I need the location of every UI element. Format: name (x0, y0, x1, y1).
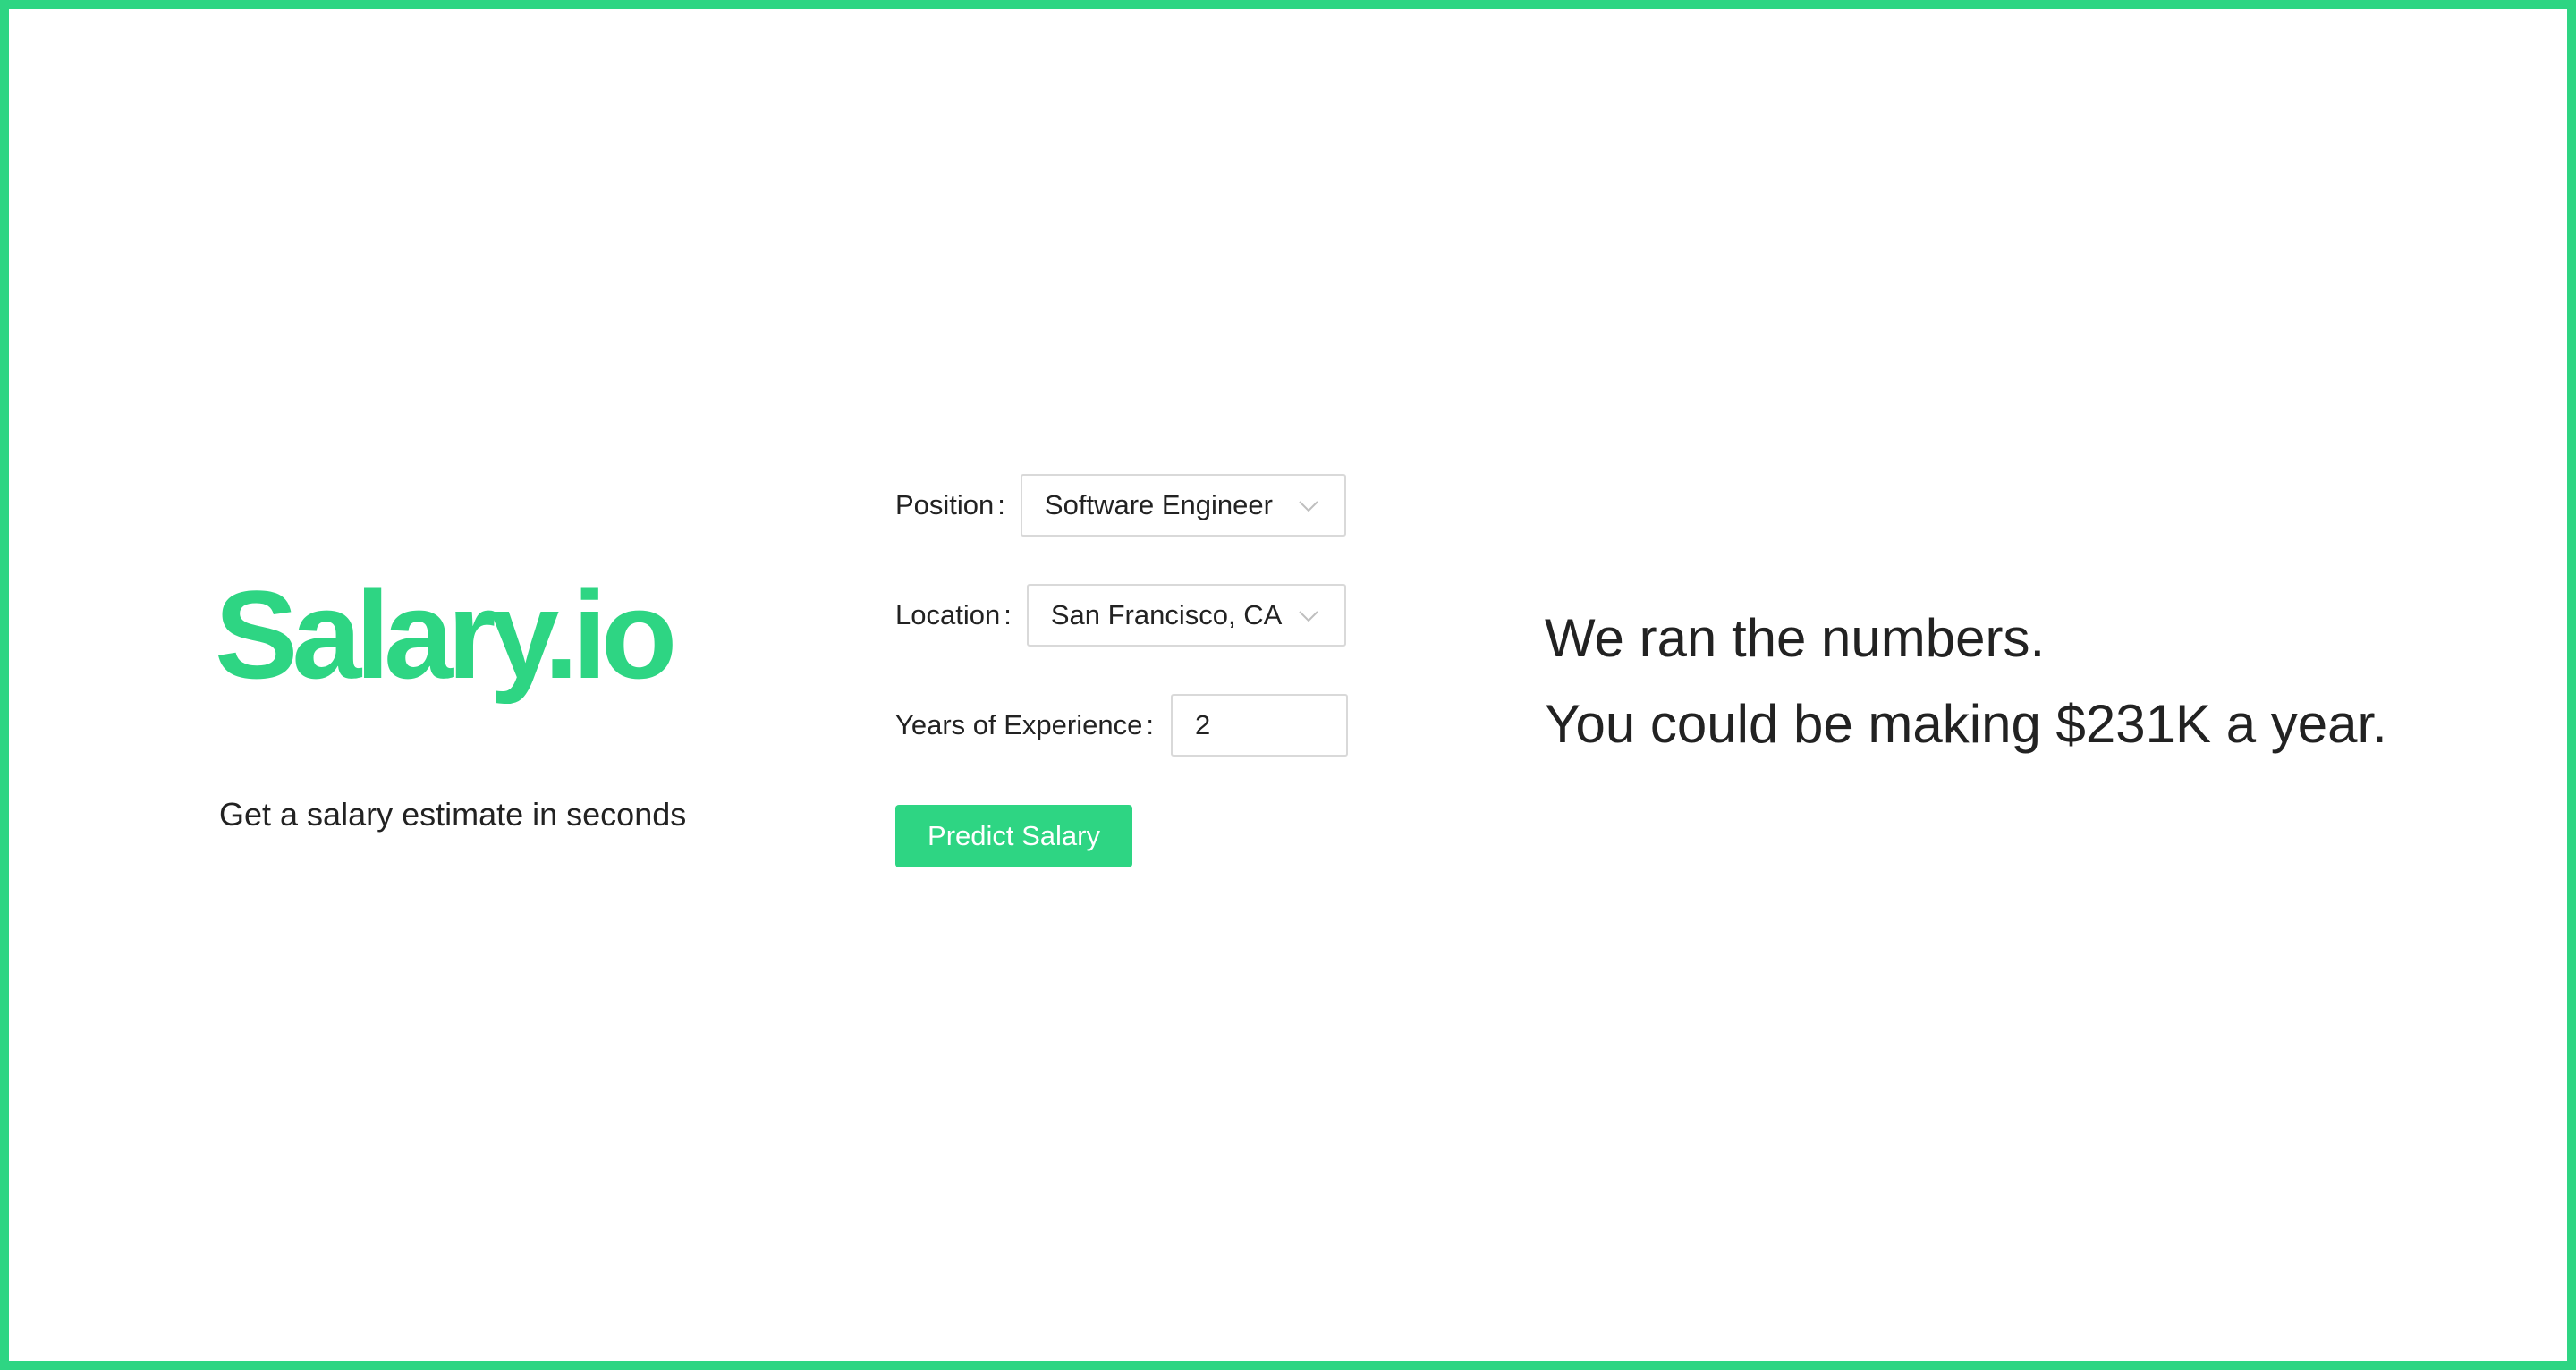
brand-tagline: Get a salary estimate in seconds (219, 796, 687, 833)
position-label: Position (895, 489, 995, 520)
location-label: Location (895, 599, 1001, 630)
result-salary: You could be making $231K a year. (1545, 694, 2387, 754)
chevron-down-icon (1299, 501, 1318, 512)
location-select[interactable]: San Francisco, CA (1026, 584, 1346, 647)
brand-logo: Salary.io (215, 564, 677, 705)
location-selected-value: San Francisco, CA (1050, 599, 1283, 630)
years-row: Years of Experience : (895, 694, 1348, 757)
position-selected-value: Software Engineer (1044, 489, 1273, 520)
app-frame: Salary.io Get a salary estimate in secon… (0, 0, 2576, 1370)
predict-salary-button[interactable]: Predict Salary (895, 805, 1132, 867)
position-label-colon: : (997, 489, 1005, 520)
chevron-down-icon (1299, 611, 1318, 622)
years-label: Years of Experience (895, 709, 1143, 740)
years-label-colon: : (1146, 709, 1154, 740)
years-input[interactable] (1170, 694, 1348, 757)
result-heading: We ran the numbers. (1545, 608, 2046, 668)
location-row: Location : San Francisco, CA (895, 584, 1346, 647)
position-select[interactable]: Software Engineer (1020, 474, 1346, 537)
location-label-colon: : (1004, 599, 1012, 630)
position-row: Position : Software Engineer (895, 474, 1346, 537)
